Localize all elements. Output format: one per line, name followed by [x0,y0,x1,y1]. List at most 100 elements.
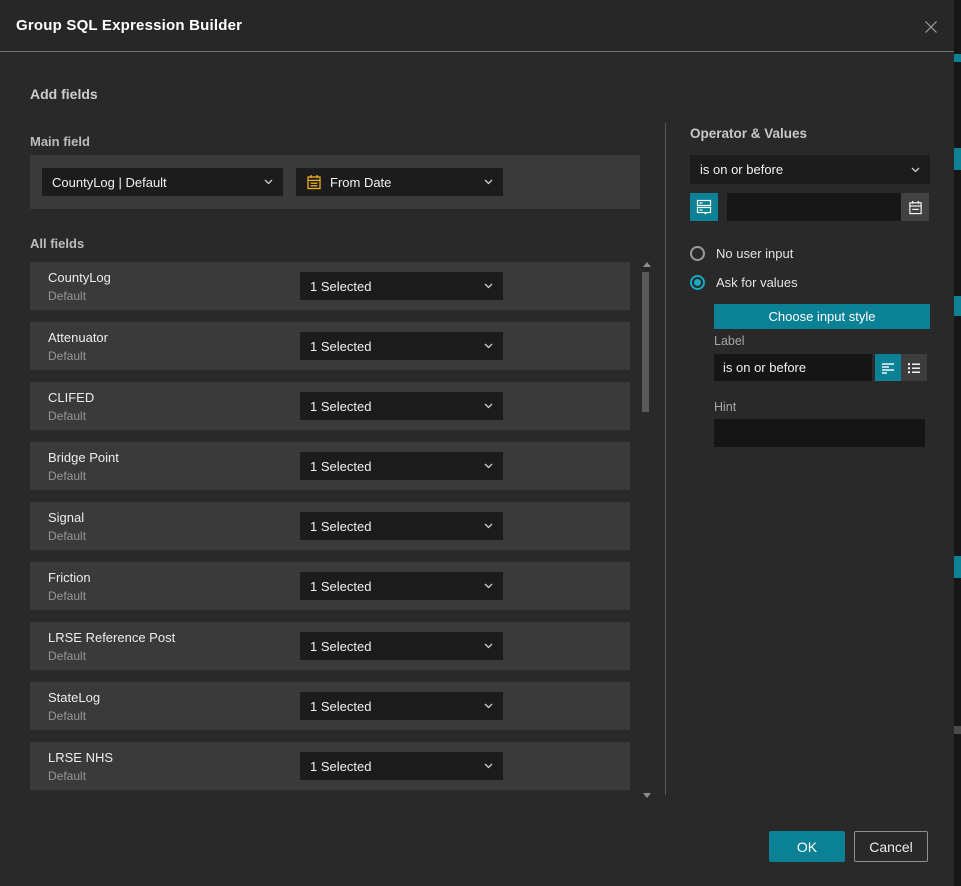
field-row-signal: Signal Default 1 Selected [30,502,630,550]
scroll-up-arrow-icon[interactable] [643,262,651,267]
fields-list-scrollbar[interactable] [640,258,652,800]
close-icon [923,19,939,35]
close-button[interactable] [922,18,940,36]
field-selection-select[interactable]: 1 Selected [300,692,503,720]
main-field-select-value: From Date [330,175,391,190]
field-subtitle: Default [48,289,86,303]
ok-button[interactable]: OK [769,831,845,862]
dialog-title: Group SQL Expression Builder [16,0,242,52]
field-selection-select[interactable]: 1 Selected [300,572,503,600]
field-selection-select[interactable]: 1 Selected [300,272,503,300]
chevron-down-icon [484,703,493,709]
chevron-down-icon [484,343,493,349]
field-name: LRSE Reference Post [48,630,175,645]
panel-divider [665,123,666,795]
chevron-down-icon [484,463,493,469]
value-source-picker-button[interactable] [690,193,718,221]
field-subtitle: Default [48,409,86,423]
chevron-down-icon [484,283,493,289]
field-subtitle: Default [48,769,86,783]
bulleted-list-icon [906,360,922,376]
background-page-edge [954,0,961,886]
chevron-down-icon [264,179,273,185]
field-name: Attenuator [48,330,108,345]
date-picker-button[interactable] [901,193,929,221]
field-selection-value: 1 Selected [310,759,371,774]
field-selection-value: 1 Selected [310,459,371,474]
main-field-heading: Main field [30,134,90,149]
main-source-select[interactable]: CountyLog | Default [42,168,283,196]
chevron-down-icon [911,167,920,173]
field-name: Bridge Point [48,450,119,465]
field-subtitle: Default [48,709,86,723]
radio-label: No user input [716,246,793,261]
scroll-down-arrow-icon[interactable] [643,793,651,798]
field-selection-value: 1 Selected [310,699,371,714]
field-selection-value: 1 Selected [310,519,371,534]
stacked-values-icon [695,198,713,216]
chevron-down-icon [484,179,493,185]
main-field-panel: CountyLog | Default From Date [30,155,640,209]
field-subtitle: Default [48,529,86,543]
field-subtitle: Default [48,649,86,663]
field-selection-value: 1 Selected [310,579,371,594]
cancel-button[interactable]: Cancel [854,831,928,862]
label-input[interactable] [714,354,872,381]
operator-select-value: is on or before [700,162,783,177]
align-left-lines-icon [880,360,896,376]
dialog-titlebar: Group SQL Expression Builder [0,0,954,52]
value-input[interactable] [727,193,901,221]
field-row-bridge-point: Bridge Point Default 1 Selected [30,442,630,490]
radio-no-user-input[interactable]: No user input [690,246,793,261]
chevron-down-icon [484,643,493,649]
field-name: CLIFED [48,390,94,405]
group-sql-expression-builder-dialog: Group SQL Expression Builder Add fields … [0,0,961,886]
field-subtitle: Default [48,589,86,603]
operator-values-heading: Operator & Values [690,126,807,141]
add-fields-heading: Add fields [30,86,98,102]
chevron-down-icon [484,763,493,769]
main-field-select[interactable]: From Date [296,168,503,196]
chevron-down-icon [484,523,493,529]
background-fragment [954,296,961,316]
radio-selected-icon [690,275,705,290]
field-selection-select[interactable]: 1 Selected [300,332,503,360]
scrollbar-thumb[interactable] [642,272,649,412]
field-selection-select[interactable]: 1 Selected [300,512,503,540]
field-row-statelog: StateLog Default 1 Selected [30,682,630,730]
radio-ask-for-values[interactable]: Ask for values [690,275,798,290]
field-name: Friction [48,570,91,585]
field-row-friction: Friction Default 1 Selected [30,562,630,610]
field-selection-select[interactable]: 1 Selected [300,632,503,660]
chevron-down-icon [484,403,493,409]
hint-input[interactable] [714,419,925,447]
field-name: CountyLog [48,270,111,285]
operator-select[interactable]: is on or before [690,155,930,184]
field-row-countylog: CountyLog Default 1 Selected [30,262,630,310]
all-fields-heading: All fields [30,236,84,251]
field-row-lrse-reference-post: LRSE Reference Post Default 1 Selected [30,622,630,670]
field-row-lrse-nhs: LRSE NHS Default 1 Selected [30,742,630,790]
background-fragment [954,54,961,62]
calendar-icon [306,174,322,190]
field-name: LRSE NHS [48,750,113,765]
input-style-single-button[interactable] [875,354,901,381]
field-name: StateLog [48,690,100,705]
radio-label: Ask for values [716,275,798,290]
field-selection-select[interactable]: 1 Selected [300,752,503,780]
input-style-list-button[interactable] [901,354,927,381]
chevron-down-icon [484,583,493,589]
background-fragment [954,556,961,578]
background-fragment [954,148,961,170]
field-selection-select[interactable]: 1 Selected [300,392,503,420]
background-fragment [954,726,961,734]
field-name: Signal [48,510,84,525]
choose-input-style-button[interactable]: Choose input style [714,304,930,329]
field-selection-value: 1 Selected [310,339,371,354]
radio-icon [690,246,705,261]
main-source-select-value: CountyLog | Default [52,175,167,190]
field-subtitle: Default [48,349,86,363]
field-selection-select[interactable]: 1 Selected [300,452,503,480]
hint-caption: Hint [714,400,736,414]
label-caption: Label [714,334,745,348]
